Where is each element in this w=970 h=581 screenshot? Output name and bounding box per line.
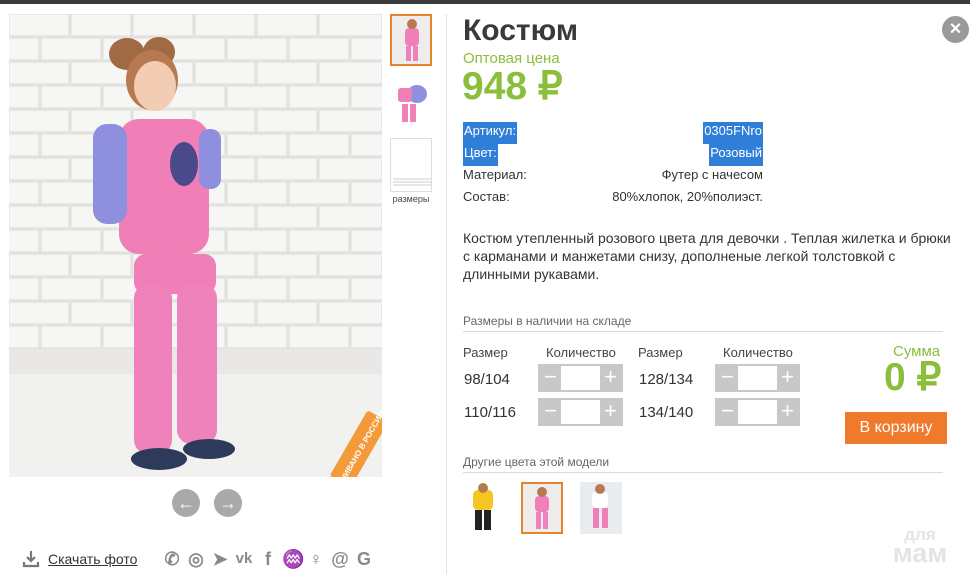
share-icons: ✆ ◎ ➤ vk f ♒ ♀ @ G — [162, 547, 374, 571]
site-watermark: для мам — [884, 526, 956, 568]
photo-nav: ← → — [172, 489, 242, 517]
photo-thumbnails: размеры — [390, 14, 432, 204]
download-icon — [22, 551, 40, 568]
increase-button[interactable]: + — [777, 366, 798, 390]
next-photo-arrow-icon[interactable]: → — [214, 489, 242, 517]
quantity-stepper: − + — [538, 364, 623, 392]
increase-button[interactable]: + — [777, 400, 798, 424]
spec-color: Цвет: Розовый — [463, 144, 763, 166]
size-label: 110/116 — [464, 404, 516, 421]
spec-material: Материал: Футер с начесом — [463, 166, 763, 188]
quantity-input[interactable] — [738, 366, 777, 390]
other-colors-title: Другие цвета этой модели — [463, 455, 943, 473]
quantity-stepper: − + — [715, 398, 800, 426]
decrease-button[interactable]: − — [717, 400, 738, 424]
main-product-photo: СШИВАНО В РОССИИ — [9, 14, 382, 477]
quantity-input[interactable] — [561, 400, 600, 424]
facebook-icon[interactable]: f — [258, 547, 278, 571]
spec-value: Розовый — [709, 144, 763, 166]
increase-button[interactable]: + — [600, 400, 621, 424]
spec-key: Цвет: — [463, 144, 498, 166]
close-icon[interactable]: × — [942, 16, 969, 43]
size-column-header: Размер — [638, 345, 683, 360]
size-label: 134/140 — [639, 404, 694, 421]
size-column-header: Размер — [463, 345, 508, 360]
thumbnail-sizes[interactable] — [390, 138, 432, 192]
quantity-column-header: Количество — [723, 345, 793, 360]
email-icon[interactable]: @ — [330, 547, 350, 571]
quantity-input[interactable] — [738, 400, 777, 424]
quantity-stepper: − + — [715, 364, 800, 392]
odnoklassniki-icon[interactable]: ♀ — [306, 547, 326, 571]
quantity-column-header: Количество — [546, 345, 616, 360]
increase-button[interactable]: + — [600, 366, 621, 390]
google-icon[interactable]: G — [354, 547, 374, 571]
vk-icon[interactable]: vk — [234, 547, 254, 571]
sizes-section-title: Размеры в наличии на складе — [463, 314, 943, 332]
phone-icon[interactable]: ✆ — [162, 547, 182, 571]
spec-value: 0305FNro — [703, 122, 763, 144]
product-price: 948 ₽ — [462, 65, 563, 108]
download-photo[interactable]: Скачать фото — [22, 550, 137, 568]
thumbnail-1[interactable] — [390, 14, 432, 66]
thumbnail-2[interactable] — [390, 76, 432, 128]
add-to-cart-button[interactable]: В корзину — [845, 412, 947, 444]
column-divider — [446, 14, 447, 574]
color-variant-pink[interactable] — [521, 482, 563, 534]
decrease-button[interactable]: − — [540, 400, 561, 424]
whatsapp-icon[interactable]: ◎ — [186, 547, 206, 571]
color-variant-yellow[interactable] — [463, 482, 505, 534]
quantity-stepper: − + — [538, 398, 623, 426]
prev-photo-arrow-icon[interactable]: ← — [172, 489, 200, 517]
color-variant-pink-white[interactable] — [580, 482, 622, 534]
sum-value: 0 ₽ — [884, 356, 942, 399]
sizes-thumbnail-label: размеры — [392, 194, 430, 204]
spec-key: Материал: — [463, 167, 527, 182]
quantity-input[interactable] — [561, 366, 600, 390]
spec-value: 80%хлопок, 20%полиэст. — [612, 189, 763, 204]
product-description: Костюм утепленный розового цвета для дев… — [463, 230, 951, 282]
size-label: 128/134 — [639, 371, 694, 388]
spec-composition: Состав: 80%хлопок, 20%полиэст. — [463, 188, 763, 210]
spec-article: Артикул: 0305FNro — [463, 122, 763, 144]
spec-value: Футер с начесом — [661, 167, 763, 182]
telegram-icon[interactable]: ➤ — [210, 547, 230, 571]
product-title: Костюм — [463, 14, 579, 47]
download-photo-link[interactable]: Скачать фото — [48, 551, 137, 567]
watermark-line-2: мам — [892, 538, 948, 568]
decrease-button[interactable]: − — [717, 366, 738, 390]
spec-key: Состав: — [463, 189, 510, 204]
twitter-icon[interactable]: ♒ — [282, 547, 304, 571]
decrease-button[interactable]: − — [540, 366, 561, 390]
spec-key: Артикул: — [463, 122, 518, 144]
size-label: 98/104 — [464, 371, 510, 388]
product-specs: Артикул: 0305FNro Цвет: Розовый Материал… — [463, 122, 763, 210]
